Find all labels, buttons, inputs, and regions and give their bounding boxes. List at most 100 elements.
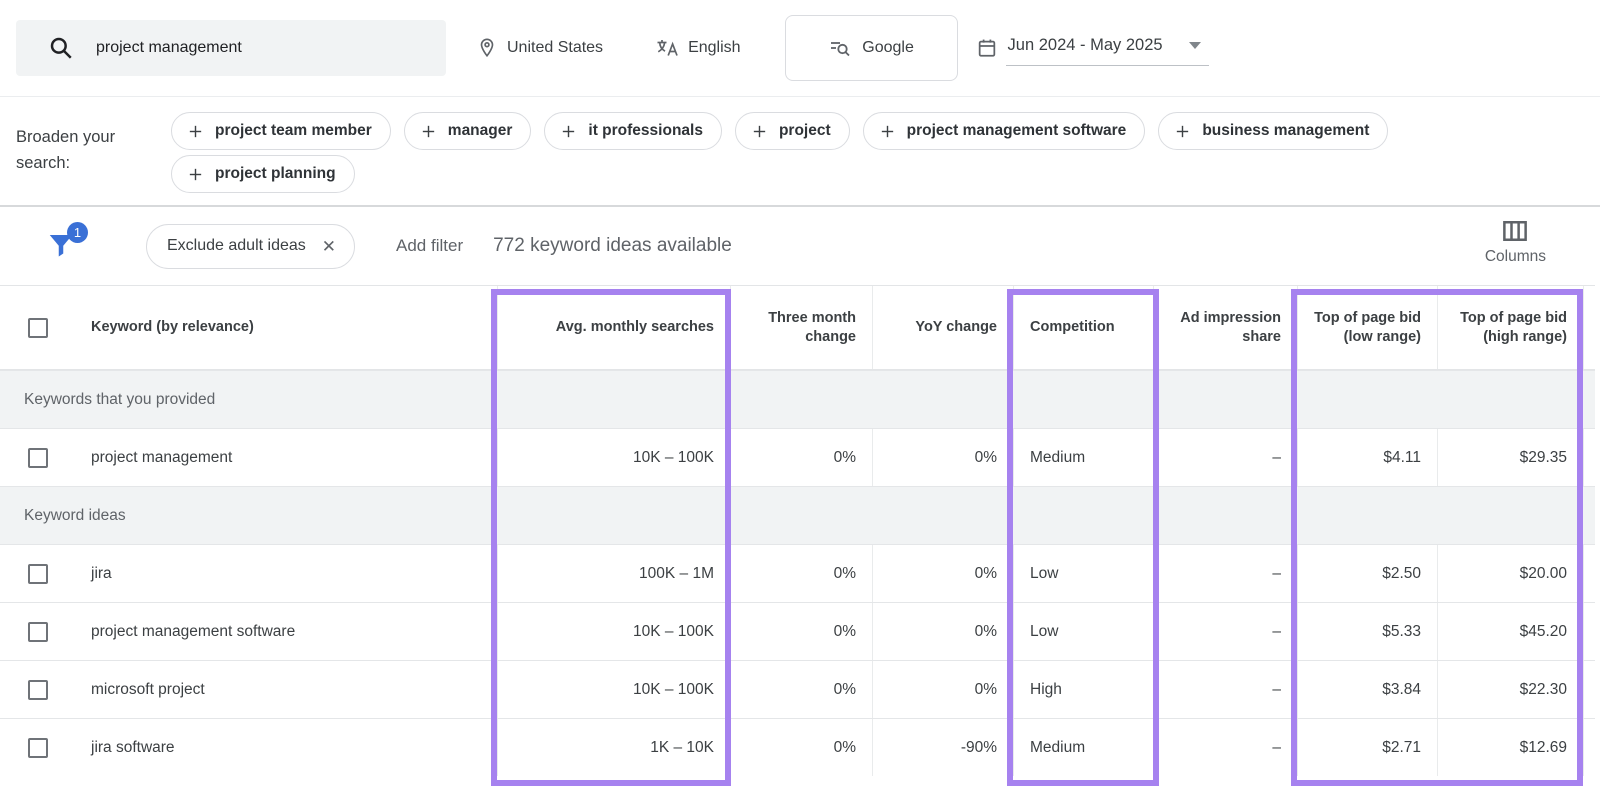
cell-ad-impression-share: – [1153,429,1297,486]
cell-competition: Medium [1013,429,1153,486]
cell-three-month-change: 0% [730,603,872,660]
network-selector[interactable]: Google [785,15,958,81]
plus-icon [187,123,204,140]
broaden-chip-label: project team member [215,122,372,140]
cell-stub [1583,661,1595,718]
table-section-label: Keyword ideas [0,487,1595,544]
row-checkbox-cell [0,661,75,718]
header-top-bid-low[interactable]: Top of page bid (low range) [1297,286,1437,369]
active-filter-label: Exclude adult ideas [167,237,306,255]
broaden-chip[interactable]: project team member [171,112,391,150]
cell-keyword: project management [75,429,497,486]
broaden-chip[interactable]: project planning [171,155,355,193]
translate-icon [655,36,679,60]
plus-icon [1174,123,1191,140]
row-checkbox-cell [0,719,75,776]
cell-top-bid-high: $45.20 [1437,603,1583,660]
row-checkbox[interactable] [28,448,48,468]
cell-keyword: microsoft project [75,661,497,718]
location-label: United States [507,39,603,57]
columns-button[interactable]: Columns [1485,216,1546,266]
keyword-search-input[interactable]: project management [16,20,446,76]
header-keyword[interactable]: Keyword (by relevance) [75,286,497,369]
cell-yoy-change: 0% [872,603,1013,660]
cell-keyword: project management software [75,603,497,660]
add-filter-button[interactable]: Add filter [396,236,463,256]
date-range-selector[interactable]: Jun 2024 - May 2025 [976,30,1209,66]
row-checkbox[interactable] [28,622,48,642]
cell-avg-monthly-searches: 10K – 100K [497,661,730,718]
row-checkbox[interactable] [28,738,48,758]
cell-keyword: jira [75,545,497,602]
broaden-chip-label: project management software [907,122,1127,140]
cell-top-bid-high: $12.69 [1437,719,1583,776]
plus-icon [420,123,437,140]
broaden-chip-label: it professionals [588,122,703,140]
cell-stub [1583,545,1595,602]
cell-competition: Low [1013,545,1153,602]
broaden-chip-list: project team member manager it professiona… [171,97,1571,205]
cell-top-bid-low: $2.71 [1297,719,1437,776]
cell-competition: High [1013,661,1153,718]
calendar-icon [976,37,998,59]
cell-competition: Medium [1013,719,1153,776]
remove-filter-icon[interactable]: ✕ [322,238,336,255]
row-checkbox[interactable] [28,564,48,584]
broaden-chip[interactable]: project [735,112,850,150]
cell-stub [1583,429,1595,486]
cell-three-month-change: 0% [730,429,872,486]
header-ad-impression-share[interactable]: Ad impression share [1153,286,1297,369]
select-all-checkbox[interactable] [28,318,48,338]
table-section-row: Keywords that you provided [0,370,1595,428]
header-three-month-change[interactable]: Three month change [730,286,872,369]
table-section-row: Keyword ideas [0,486,1595,544]
columns-label: Columns [1485,248,1546,266]
table-row: project management software10K – 100K0%0… [0,602,1595,660]
plus-icon [560,123,577,140]
header-competition[interactable]: Competition [1013,286,1153,369]
location-selector[interactable]: United States [476,37,603,59]
table-body: Keywords that you providedproject manage… [0,370,1595,776]
row-checkbox-cell [0,603,75,660]
cell-yoy-change: 0% [872,661,1013,718]
cell-ad-impression-share: – [1153,603,1297,660]
plus-icon [751,123,768,140]
plus-icon [187,166,204,183]
broaden-chip[interactable]: manager [404,112,532,150]
cell-ad-impression-share: – [1153,545,1297,602]
row-checkbox-cell [0,545,75,602]
active-filter-chip[interactable]: Exclude adult ideas ✕ [146,224,355,269]
broaden-chip[interactable]: business management [1158,112,1388,150]
header-avg-monthly-searches[interactable]: Avg. monthly searches [497,286,730,369]
table-row: microsoft project10K – 100K0%0%High–$3.8… [0,660,1595,718]
filter-bar: 1 Exclude adult ideas ✕ Add filter 772 k… [0,207,1600,285]
broaden-search-label: Broaden your search: [16,97,151,205]
cell-three-month-change: 0% [730,661,872,718]
header-yoy-change[interactable]: YoY change [872,286,1013,369]
broaden-chip[interactable]: project management software [863,112,1146,150]
cell-top-bid-high: $22.30 [1437,661,1583,718]
cell-top-bid-high: $20.00 [1437,545,1583,602]
language-selector[interactable]: English [655,36,740,60]
cell-yoy-change: 0% [872,545,1013,602]
header-top-bid-high[interactable]: Top of page bid (high range) [1437,286,1583,369]
row-checkbox[interactable] [28,680,48,700]
location-pin-icon [476,37,498,59]
cell-top-bid-low: $2.50 [1297,545,1437,602]
broaden-chip[interactable]: it professionals [544,112,722,150]
header-stub-cell [1583,286,1595,369]
results-count: 772 keyword ideas available [493,235,732,257]
cell-top-bid-low: $5.33 [1297,603,1437,660]
table-row: jira100K – 1M0%0%Low–$2.50$20.00 [0,544,1595,602]
cell-avg-monthly-searches: 1K – 10K [497,719,730,776]
cell-ad-impression-share: – [1153,719,1297,776]
cell-stub [1583,603,1595,660]
cell-stub [1583,719,1595,776]
filter-button[interactable]: 1 [46,229,76,263]
broaden-chip-label: project [779,122,831,140]
cell-yoy-change: 0% [872,429,1013,486]
header-checkbox-cell [0,286,75,369]
search-network-icon [828,36,852,60]
cell-avg-monthly-searches: 100K – 1M [497,545,730,602]
cell-top-bid-low: $3.84 [1297,661,1437,718]
